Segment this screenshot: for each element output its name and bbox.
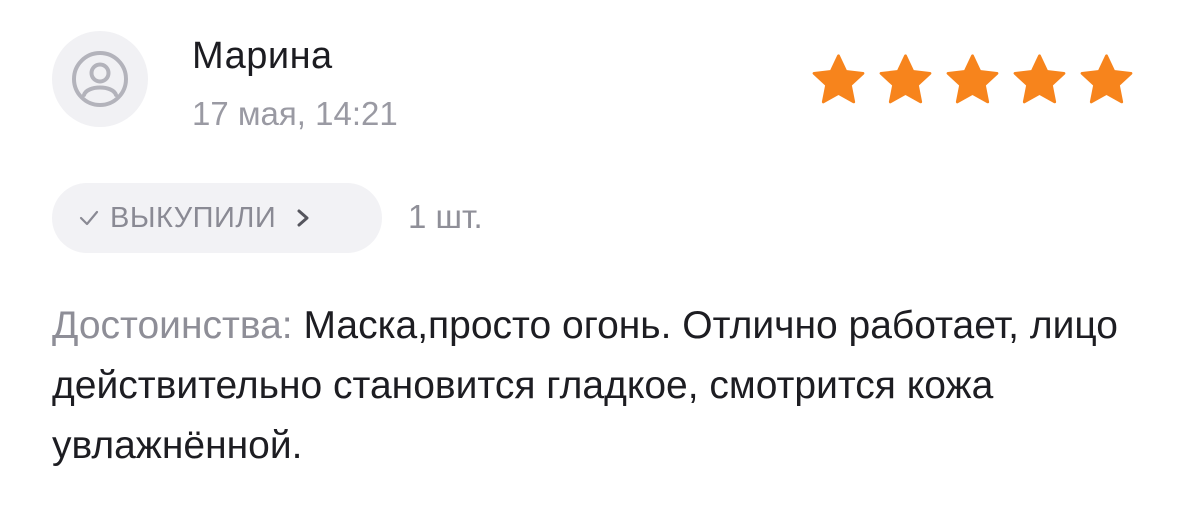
purchased-badge-label: ВЫКУПИЛИ [110,201,277,234]
star-icon [879,54,932,104]
user-icon [72,51,128,107]
review-date: 17 мая, 14:21 [192,95,398,132]
star-icon [946,54,999,104]
purchased-badge[interactable]: ВЫКУПИЛИ [52,183,382,253]
star-icon [1080,54,1133,104]
review-pros: Достоинства: Маска,просто огонь. Отлично… [52,296,1152,476]
pros-label: Достоинства: [52,304,293,347]
rating-stars [810,52,1135,109]
purchase-quantity: 1 шт. [408,198,483,235]
chevron-right-icon [297,209,309,227]
check-icon [79,210,99,226]
star-icon [1013,54,1066,104]
star-icon [812,54,865,104]
author-name: Марина [192,35,333,77]
avatar [52,31,148,127]
